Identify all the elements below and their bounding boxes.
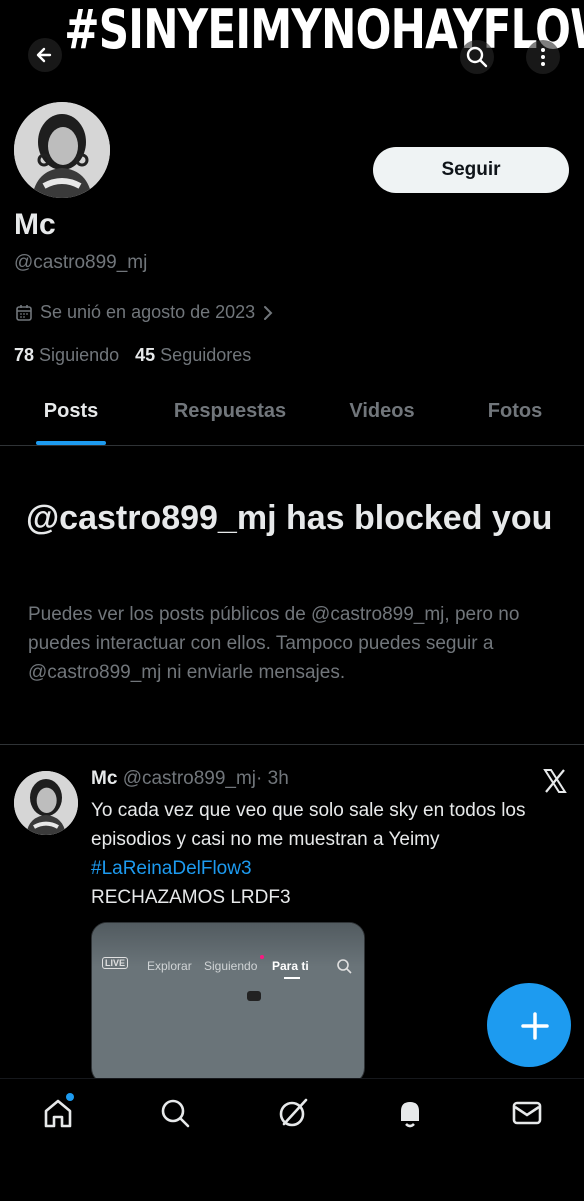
nav-home[interactable] [40, 1093, 76, 1131]
followers-label: Seguidores [160, 345, 252, 365]
notifications-icon [401, 1102, 419, 1128]
followers-link[interactable]: 45 Seguidores [135, 345, 251, 366]
followers-count: 45 [135, 345, 156, 365]
post-time: · 3h [256, 768, 289, 789]
notification-dot [260, 955, 264, 959]
tab-replies[interactable]: Respuestas [150, 400, 310, 423]
search-button[interactable] [460, 40, 494, 74]
x-logo-icon [543, 769, 567, 793]
compose-post-button[interactable] [487, 983, 571, 1067]
following-link[interactable]: 78 Siguiendo [14, 345, 119, 366]
active-tab-indicator [36, 441, 106, 445]
follow-button[interactable]: Seguir [373, 147, 569, 193]
divider [0, 744, 584, 745]
following-count: 78 [14, 345, 35, 365]
nav-messages[interactable] [509, 1095, 545, 1131]
joined-text: Se unió en agosto de 2023 [40, 302, 256, 322]
profile-handle: @castro899_mj [14, 252, 148, 273]
post-media[interactable]: LIVE Explorar Siguiendo Para ti [91, 922, 365, 1084]
profile-banner: #SINYEIMYNOHAYFLOW [0, 0, 584, 86]
more-button[interactable] [526, 40, 560, 74]
nav-notifications[interactable] [392, 1095, 428, 1131]
tab-videos[interactable]: Videos [330, 400, 434, 423]
nav-grok[interactable] [275, 1095, 311, 1131]
media-live-badge: LIVE [102, 957, 129, 969]
blocked-title: @castro899_mj has blocked you [26, 499, 553, 537]
post-avatar[interactable] [14, 771, 78, 835]
more-vertical-icon [541, 48, 545, 66]
following-label: Siguiendo [39, 345, 120, 365]
media-tab-underline [284, 977, 300, 979]
search-icon [337, 959, 352, 974]
chevron-right-icon [264, 305, 273, 320]
banner-text: #SINYEIMYNOHAYFLOW [64, 0, 584, 61]
home-notification-dot [66, 1093, 74, 1101]
plus-icon [521, 1012, 549, 1040]
profile-avatar[interactable] [12, 100, 112, 200]
joined-date[interactable]: Se unió en agosto de 2023 [14, 302, 275, 323]
back-button[interactable] [28, 38, 62, 72]
media-tab-following: Siguiendo [204, 959, 258, 973]
calendar-icon [16, 304, 32, 321]
search-icon [161, 1099, 190, 1128]
tab-photos[interactable]: Fotos [470, 400, 560, 423]
media-object [247, 991, 261, 1001]
post-text-line: Yo cada vez que veo que solo sale sky en… [91, 800, 526, 850]
post-author-name[interactable]: Mc [91, 768, 117, 789]
blocked-body: Puedes ver los posts públicos de @castro… [28, 604, 520, 683]
search-icon [466, 46, 488, 68]
messages-icon [512, 1101, 542, 1125]
follow-stats: 78 Siguiendo 45 Seguidores [14, 345, 251, 366]
post-author-handle[interactable]: @castro899_mj [123, 768, 256, 789]
post-text: Yo cada vez que veo que solo sale sky en… [91, 796, 571, 912]
profile-name: Mc [14, 208, 56, 241]
grok-icon [279, 1098, 308, 1127]
profile-tabs: Posts Respuestas Videos Fotos [0, 390, 584, 446]
media-tab-explore: Explorar [147, 959, 192, 973]
nav-search[interactable] [157, 1095, 193, 1131]
avatar-photo [14, 102, 110, 198]
tab-posts[interactable]: Posts [36, 400, 106, 423]
post-header: Mc @castro899_mj· 3h [91, 768, 289, 790]
media-tab-for-you: Para ti [272, 959, 309, 973]
post-text-line: RECHAZAMOS LRDF3 [91, 887, 291, 908]
avatar-photo [14, 771, 78, 835]
post-hashtag[interactable]: #LaReinaDelFlow3 [91, 854, 571, 883]
arrow-left-icon [36, 47, 52, 63]
